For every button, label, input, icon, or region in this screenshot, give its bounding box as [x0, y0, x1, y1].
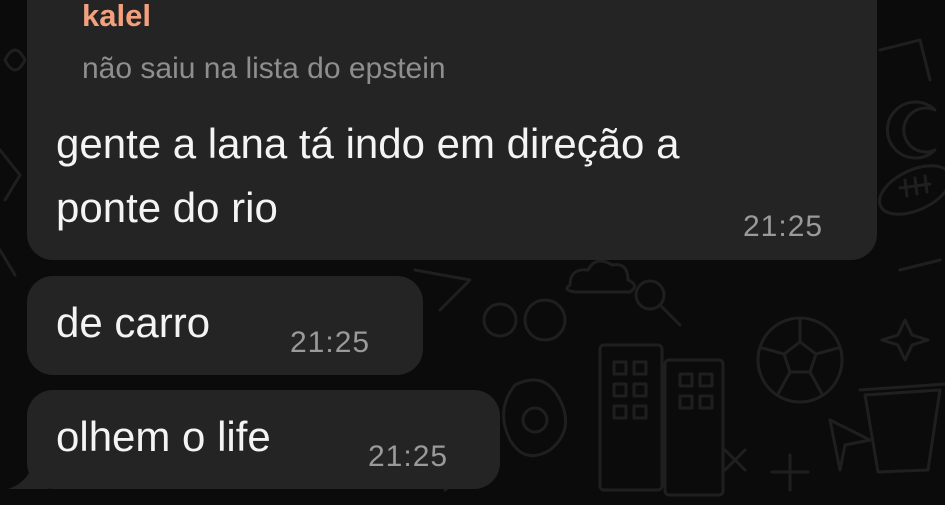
message-text-line-2: ponte do rio: [56, 184, 278, 231]
moon-doodle: [885, 100, 937, 160]
soccer-ball-doodle: [756, 316, 844, 404]
message-bubble-1[interactable]: kalel não saiu na lista do epstein gente…: [27, 0, 877, 260]
message-bubble-2[interactable]: de carro 21:25: [27, 276, 423, 375]
buildings-doodle: [598, 343, 725, 497]
message-bubble-3[interactable]: olhem o life 21:25: [27, 390, 500, 489]
message-text: de carro: [56, 299, 211, 346]
message-text: olhem o life: [56, 413, 271, 460]
paper-plane-doodle: [828, 418, 872, 472]
magnifier-doodle: [482, 279, 682, 342]
football-doodle: [878, 164, 945, 216]
message-timestamp: 21:25: [743, 210, 824, 243]
egg-doodle: [502, 378, 568, 458]
sparkle-doodle: [880, 318, 930, 362]
reply-preview[interactable]: não saiu na lista do epstein: [82, 52, 446, 86]
bubble-tail: [8, 458, 48, 489]
cross-doodle: [723, 448, 810, 492]
message-timestamp: 21:25: [290, 326, 371, 359]
cloud-doodle: [565, 259, 636, 294]
flower-pot-doodle: [858, 382, 945, 474]
sender-name[interactable]: kalel: [82, 0, 151, 34]
message-timestamp: 21:25: [368, 440, 449, 473]
message-text-line-1: gente a lana tá indo em direção a: [56, 120, 680, 167]
